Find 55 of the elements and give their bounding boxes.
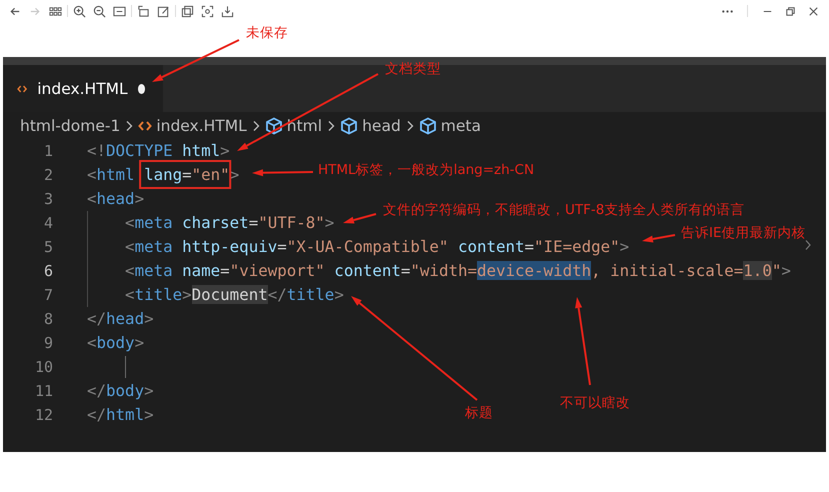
annotation-text: 文件的字符编码，不能瞎改，UTF-8支持全人类所有的语言: [383, 202, 744, 219]
line-number: 11: [34, 382, 54, 400]
chevron-right-icon: [804, 239, 812, 251]
line-number: 5: [42, 238, 54, 256]
annotation-text: 标题: [465, 405, 493, 422]
line-number: 7: [42, 286, 54, 304]
code-line: <meta name="viewport" content="width=device-width, initial-scale=1.0">: [87, 260, 791, 282]
line-number: 1: [42, 142, 54, 160]
code-file-icon: [17, 82, 28, 94]
annotation-arrow: [642, 234, 676, 242]
annotation-arrow: [252, 169, 314, 176]
rotate-icon[interactable]: [136, 4, 151, 18]
tab-label: index.HTML: [37, 80, 128, 98]
breadcrumb-item[interactable]: html-dome-1: [20, 116, 120, 134]
annotation-text: HTML标签，一般改为lang=zh-CN: [318, 162, 534, 179]
code-line: <head>: [87, 188, 144, 210]
line-number: 4: [42, 214, 54, 232]
line-number: 2: [42, 166, 54, 184]
code-line: </html>: [87, 404, 154, 426]
code-file-icon: [138, 120, 152, 132]
code-line: <meta http-equiv="X-UA-Compatible" content="IE=edge">: [87, 236, 630, 258]
code-line: </head>: [87, 308, 154, 330]
cube-icon: [264, 116, 283, 134]
chevron-right-icon: [250, 120, 261, 132]
chevron-right-icon: [326, 120, 336, 132]
line-number: 3: [42, 190, 54, 208]
breadcrumb-item[interactable]: meta: [440, 116, 482, 134]
code-line: <title>Document</title>: [87, 284, 344, 306]
copy-icon[interactable]: [180, 4, 195, 18]
select-icon[interactable]: [200, 4, 215, 18]
annotation-arrow: [343, 213, 376, 224]
chevron-right-icon: [124, 120, 134, 132]
code-line: <meta charset="UTF-8">: [87, 212, 334, 234]
code-line: <body>: [87, 332, 144, 354]
download-icon[interactable]: [220, 4, 235, 18]
zoom-in-icon[interactable]: [72, 4, 87, 18]
line-number: 12: [34, 406, 54, 424]
code-line: </body>: [87, 380, 154, 402]
chevron-right-icon: [404, 120, 415, 132]
line-number: 10: [34, 358, 54, 376]
breadcrumb-item[interactable]: index.HTML: [156, 116, 247, 134]
editor-tab[interactable]: index.HTML: [3, 65, 163, 112]
code-line: <!DOCTYPE html>: [87, 140, 230, 162]
annotation-text: 未保存: [246, 25, 288, 42]
annotation-text: 告诉IE使用最新内核: [681, 225, 806, 242]
cube-icon: [418, 116, 437, 134]
line-number: 8: [42, 310, 54, 328]
breadcrumb-item[interactable]: html: [286, 116, 322, 134]
annotation-text: 文档类型: [385, 61, 441, 78]
line-number: 9: [42, 334, 54, 352]
annotation-text: 不可以瞎改: [560, 395, 630, 412]
zoom-out-icon[interactable]: [92, 4, 107, 18]
cube-icon: [340, 116, 358, 134]
line-number: 6: [42, 262, 54, 280]
breadcrumb-item[interactable]: head: [362, 116, 401, 134]
